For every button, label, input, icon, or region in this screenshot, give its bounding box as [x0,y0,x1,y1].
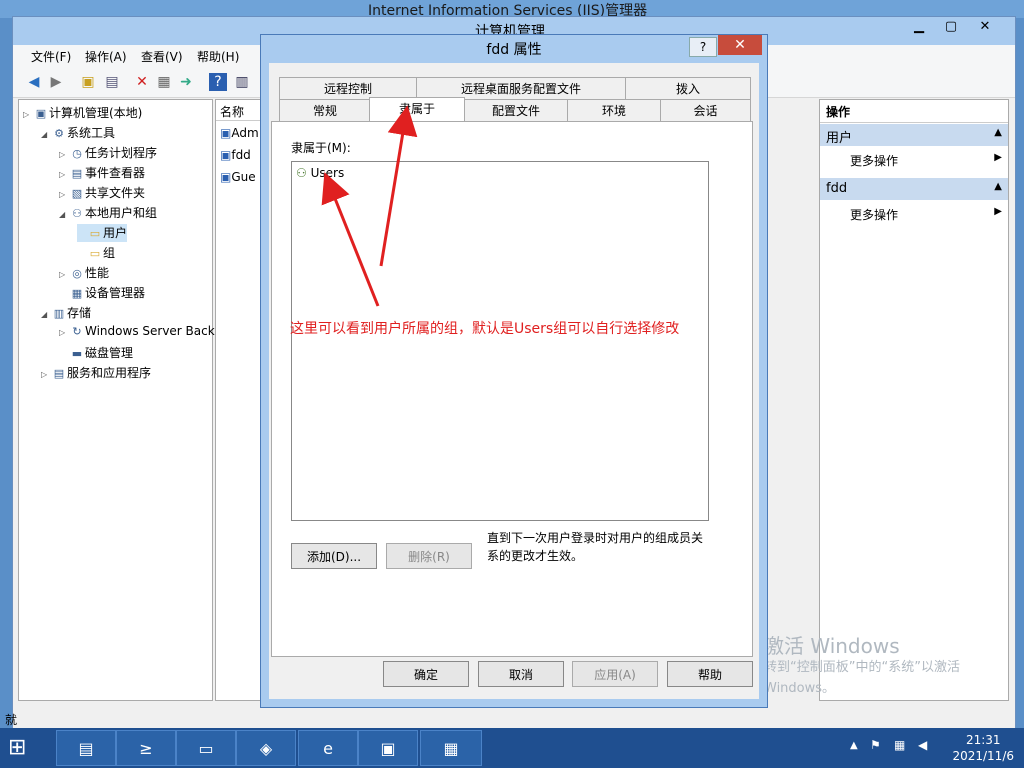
volume-icon[interactable]: ◀ [918,738,927,752]
arrow-to-tab [379,105,418,267]
taskbar: ⊞ ▤ ≥ ▭ ◈ e ▣ ▦ ▲ ⚑ ▦ ◀ 21:31 2021/11/6 [0,728,1024,768]
taskbar-clock[interactable]: 21:31 2021/11/6 [952,732,1014,764]
network-icon[interactable]: ▦ [894,738,905,752]
annotation-text: 这里可以看到用户所属的组，默认是Users组可以自行选择修改 [290,321,680,337]
annotation-arrows [321,105,418,307]
start-button[interactable]: ⊞ [8,734,38,762]
task-icon[interactable]: ▣ [358,730,418,766]
internet-explorer-icon[interactable]: e [298,730,358,766]
tray-expand-icon[interactable]: ▲ [850,740,858,751]
file-explorer-icon[interactable]: ▭ [176,730,236,766]
powershell-icon[interactable]: ≥ [116,730,176,766]
action-center-icon[interactable]: ⚑ [870,738,881,752]
iis-manager-icon[interactable]: ◈ [236,730,296,766]
arrow-to-users [321,172,380,307]
computer-management-taskbar-icon[interactable]: ▦ [420,730,482,766]
server-manager-icon[interactable]: ▤ [56,730,116,766]
